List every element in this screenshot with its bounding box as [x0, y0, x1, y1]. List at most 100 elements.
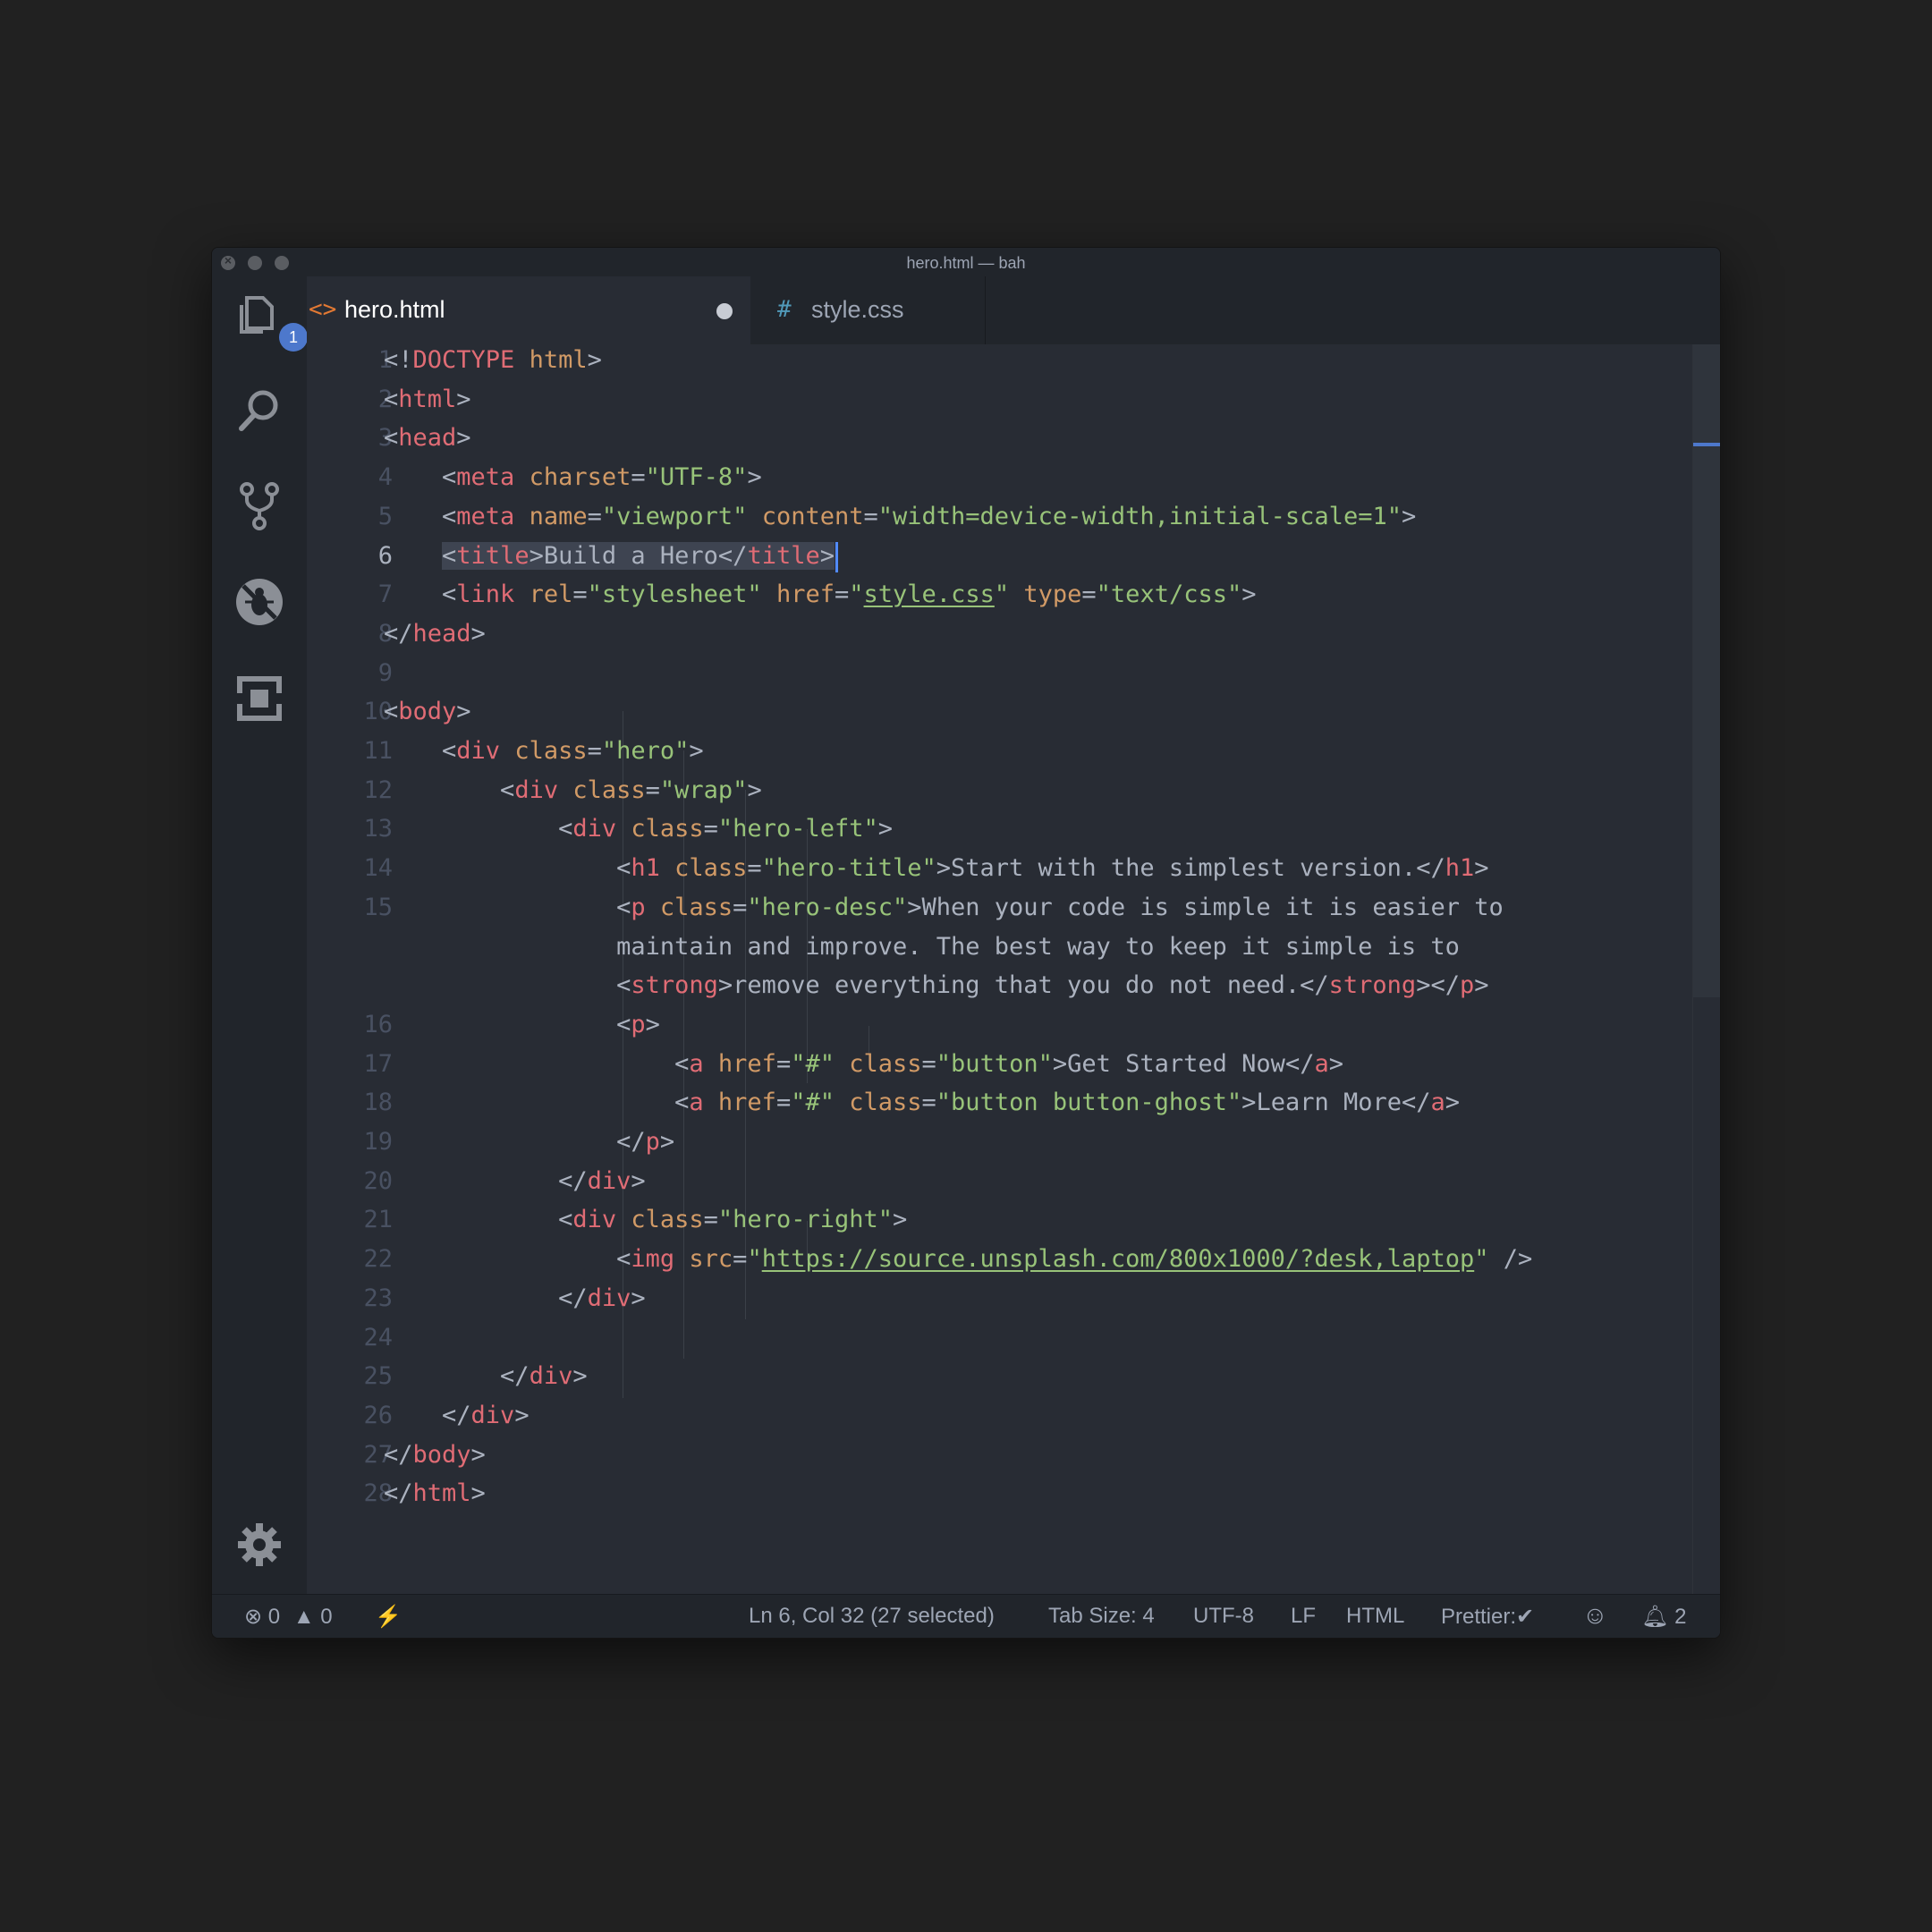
- tab-hero-html[interactable]: <> hero.html: [307, 276, 750, 344]
- search-icon[interactable]: [234, 386, 284, 436]
- code-token: <: [384, 815, 573, 843]
- code-line[interactable]: <link rel="stylesheet" href="style.css" …: [384, 580, 1257, 609]
- code-token: >: [1328, 1049, 1343, 1078]
- line-ending[interactable]: LF: [1291, 1604, 1316, 1629]
- code-token: div: [572, 1206, 617, 1234]
- prettier-label: Prettier:: [1441, 1605, 1517, 1629]
- code-token: href: [775, 580, 835, 609]
- code-line[interactable]: <meta charset="UTF-8">: [384, 463, 762, 491]
- code-token: Build a Hero: [543, 542, 718, 570]
- code-line[interactable]: <p class="hero-desc">When your code is s…: [384, 894, 1504, 921]
- code-line[interactable]: <div class="hero-right">: [384, 1206, 907, 1233]
- code-line[interactable]: <a href="#" class="button button-ghost">…: [384, 1089, 1460, 1116]
- code-token: <: [384, 424, 399, 453]
- code-token: >: [819, 542, 835, 570]
- code-line[interactable]: <div class="hero-left">: [384, 815, 893, 843]
- code-token: >: [1241, 580, 1257, 609]
- code-line[interactable]: <title>Build a Hero</title>: [384, 541, 838, 572]
- code-token: "#": [791, 1049, 835, 1078]
- line-number: 6: [377, 541, 393, 570]
- code-token: >: [456, 698, 471, 726]
- code-line[interactable]: <body>: [384, 698, 471, 725]
- code-line[interactable]: </div>: [384, 1402, 530, 1429]
- code-token: "width=device-width,initial-scale=1": [877, 502, 1402, 530]
- code-token: a: [1430, 1089, 1445, 1117]
- extensions-icon[interactable]: [234, 674, 284, 724]
- code-line[interactable]: <a href="#" class="button">Get Started N…: [384, 1050, 1343, 1078]
- code-line[interactable]: </div>: [384, 1284, 646, 1312]
- code-line[interactable]: </p>: [384, 1128, 674, 1156]
- tab-style-css[interactable]: # style.css: [750, 276, 986, 344]
- code-token: </: [717, 542, 748, 570]
- code-token: >: [456, 385, 471, 413]
- code-line[interactable]: <html>: [384, 386, 471, 413]
- code-token: "stylesheet": [587, 580, 762, 609]
- code-token: >: [907, 893, 922, 921]
- code-token: <!: [384, 346, 413, 374]
- vertical-scrollbar[interactable]: [1692, 344, 1720, 1595]
- code-token: =: [631, 463, 646, 492]
- code-token: ": [849, 580, 864, 609]
- code-line[interactable]: </div>: [384, 1362, 588, 1390]
- code-token: class: [514, 737, 588, 765]
- prettier-status[interactable]: Prettier:✔: [1441, 1604, 1534, 1630]
- html-file-icon: <>: [309, 296, 337, 323]
- code-line[interactable]: </html>: [384, 1479, 486, 1507]
- debug-icon[interactable]: [234, 577, 284, 627]
- code-line[interactable]: <div class="wrap">: [384, 776, 762, 804]
- encoding[interactable]: UTF-8: [1193, 1604, 1254, 1629]
- code-line[interactable]: maintain and improve. The best way to ke…: [384, 933, 1460, 961]
- code-token: <: [384, 971, 631, 1000]
- code-line[interactable]: <!DOCTYPE html>: [384, 346, 602, 374]
- code-token: >: [1474, 854, 1489, 883]
- code-line[interactable]: <strong>remove everything that you do no…: [384, 971, 1488, 1000]
- line-number: 20: [363, 1166, 393, 1195]
- code-token: <: [384, 580, 457, 609]
- lightning-icon[interactable]: ⚡: [375, 1604, 402, 1630]
- code-token: >: [529, 542, 544, 570]
- code-token: https://source.unsplash.com/800x1000/?de…: [761, 1245, 1475, 1274]
- code-line[interactable]: </body>: [384, 1441, 486, 1469]
- code-token: body: [398, 698, 457, 726]
- tab-size[interactable]: Tab Size: 4: [1048, 1604, 1155, 1629]
- language-mode[interactable]: HTML: [1346, 1604, 1404, 1629]
- code-token: >: [1445, 1089, 1461, 1117]
- code-token: meta: [456, 463, 515, 492]
- code-line[interactable]: </head>: [384, 620, 486, 648]
- settings-gear-icon[interactable]: [234, 1520, 284, 1570]
- code-line[interactable]: <div class="hero">: [384, 737, 704, 765]
- notification-count: 2: [1674, 1605, 1687, 1629]
- source-control-icon[interactable]: [234, 480, 284, 530]
- explorer-icon[interactable]: 1: [234, 289, 308, 352]
- code-line[interactable]: <p>: [384, 1011, 660, 1038]
- code-token: >: [587, 346, 602, 374]
- code-line[interactable]: <img src="https://source.unsplash.com/80…: [384, 1245, 1532, 1273]
- code-token: "viewport": [601, 502, 748, 530]
- code-token: =: [703, 815, 718, 843]
- error-count: 0: [267, 1605, 281, 1629]
- code-token: >: [645, 1010, 660, 1038]
- code-line[interactable]: <h1 class="hero-title">Start with the si…: [384, 854, 1488, 882]
- code-token: "hero-title": [761, 854, 936, 883]
- problems-indicator[interactable]: ⊗ 0 ▲ 0: [244, 1604, 333, 1630]
- code-token: "hero": [601, 737, 690, 765]
- notifications[interactable]: 🔔︎ 2: [1641, 1604, 1687, 1630]
- feedback-smiley-icon[interactable]: ☺: [1582, 1601, 1608, 1630]
- code-line[interactable]: <meta name="viewport" content="width=dev…: [384, 503, 1416, 530]
- code-token: >: [747, 463, 762, 492]
- code-editor[interactable]: 1 <!DOCTYPE html> 2 <html> 3 <head> 4 <meta ch…: [307, 344, 1693, 1595]
- code-line[interactable]: <head>: [384, 424, 471, 452]
- unsaved-dot-icon[interactable]: [716, 303, 733, 319]
- code-token: type: [1023, 580, 1082, 609]
- code-line[interactable]: </div>: [384, 1167, 646, 1195]
- cursor-position[interactable]: Ln 6, Col 32 (27 selected): [749, 1604, 995, 1629]
- line-number: 14: [363, 854, 393, 883]
- error-icon: ⊗: [244, 1605, 263, 1629]
- code-token: =: [775, 1049, 792, 1078]
- code-token: >: [1052, 1049, 1068, 1078]
